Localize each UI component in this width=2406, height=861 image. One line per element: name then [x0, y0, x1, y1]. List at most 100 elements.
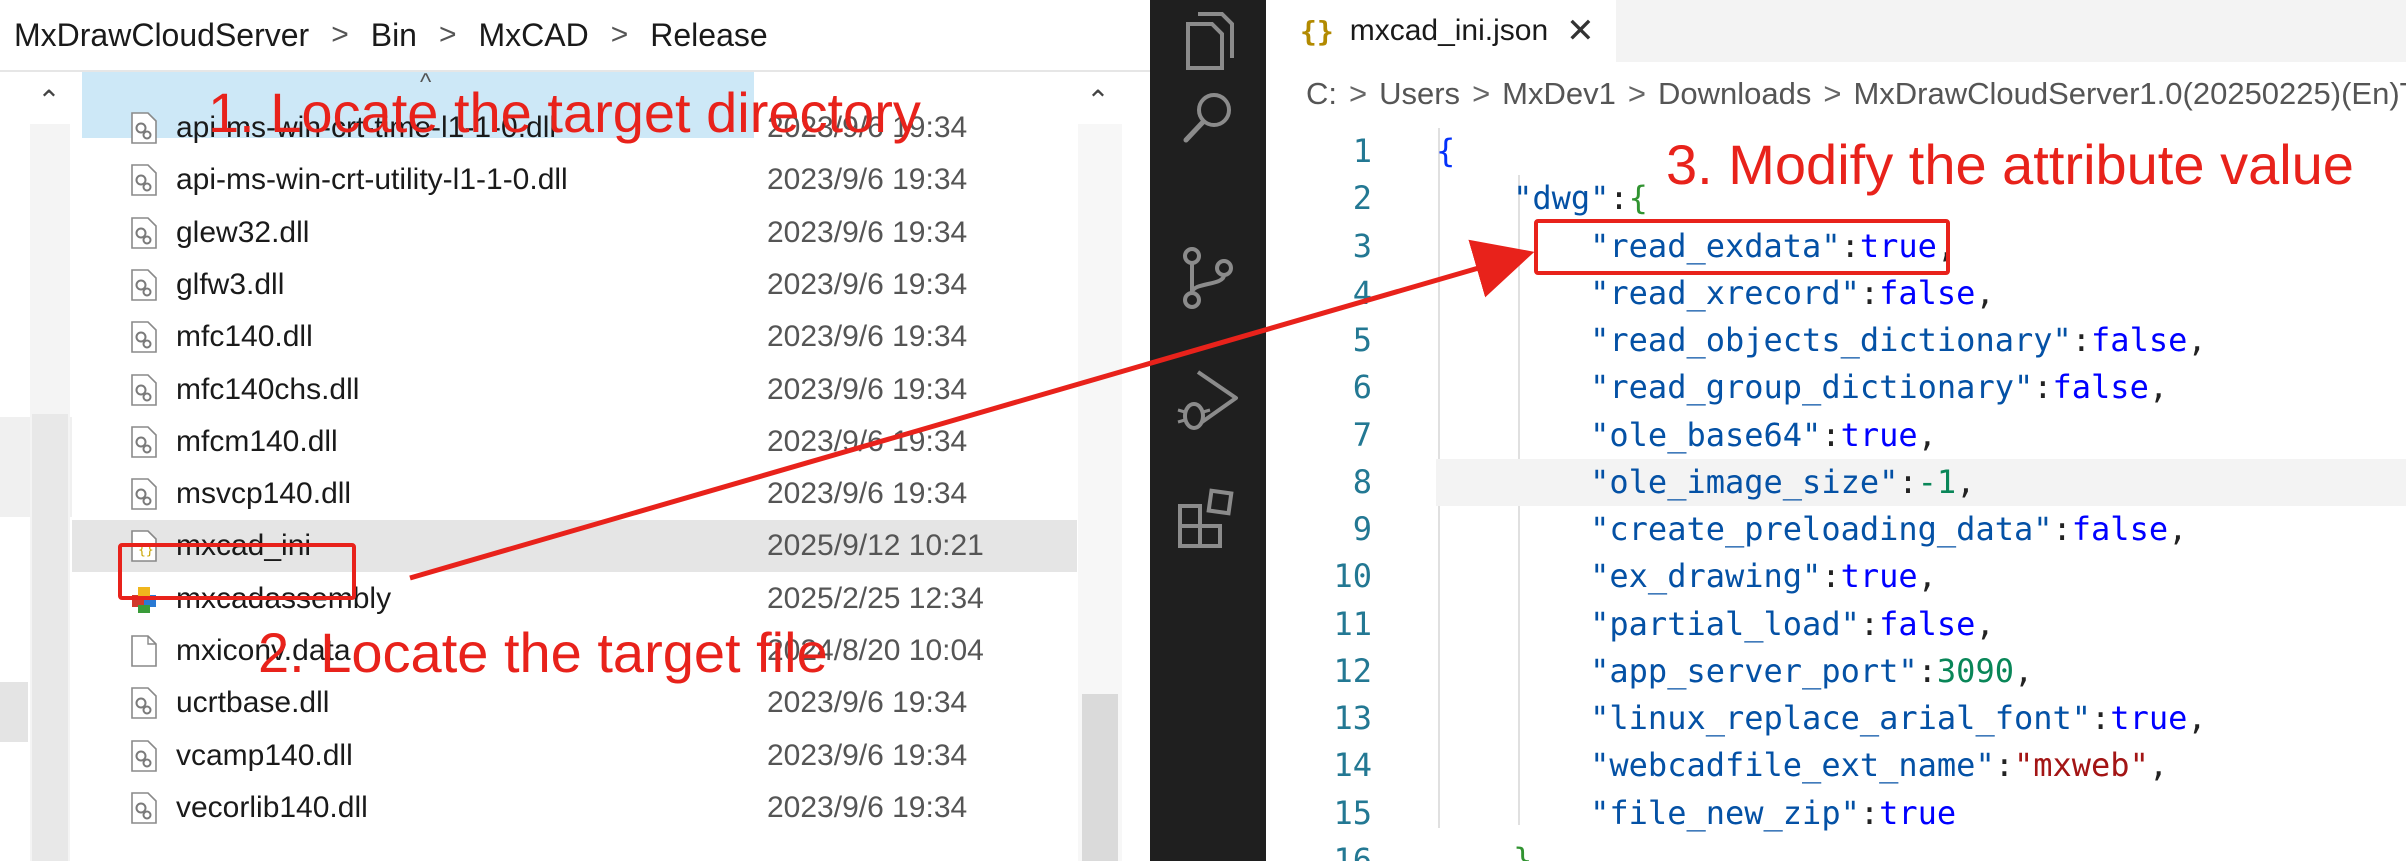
- code-token: {: [1436, 132, 1456, 170]
- dll-icon: [130, 687, 158, 720]
- file-row[interactable]: glew32.dll 2023/9/6 19:34: [72, 207, 1078, 259]
- breadcrumb-separator-icon[interactable]: >: [421, 18, 475, 52]
- editor-tab-mxcad-ini-json[interactable]: {} mxcad_ini.json ✕: [1266, 0, 1616, 62]
- dll-icon: [130, 373, 158, 406]
- code-token: true: [1840, 415, 1918, 454]
- editor-breadcrumb-item[interactable]: Users: [1379, 76, 1460, 111]
- code-token: "dwg": [1513, 179, 1610, 218]
- address-breadcrumb[interactable]: MxDrawCloudServer > Bin > MxCAD > Release: [0, 0, 1150, 72]
- file-date-modified: 2023/9/6 19:34: [767, 738, 968, 772]
- blank-file-icon: [130, 635, 158, 667]
- close-icon[interactable]: ✕: [1566, 11, 1595, 51]
- file-row[interactable]: mfc140.dll 2023/9/6 19:34: [72, 311, 1078, 363]
- editor-breadcrumb-item[interactable]: MxDrawCloudServer1.0(20250225)(En)T...: [1853, 76, 2406, 111]
- file-row[interactable]: ucrtbase.dll 2023/9/6 19:34: [72, 677, 1078, 729]
- file-list-scrollbar-thumb[interactable]: [1082, 694, 1118, 861]
- run-debug-icon[interactable]: [1172, 366, 1244, 438]
- breadcrumb-item[interactable]: Bin: [367, 17, 421, 54]
- code-token: false: [2091, 321, 2188, 360]
- code-text: "app_server_port":3090,: [1436, 648, 2033, 695]
- code-token: :: [1821, 415, 1841, 454]
- code-line[interactable]: 14 "webcadfile_ext_name":"mxweb",: [1266, 742, 2406, 789]
- file-list-scrollbar[interactable]: [1078, 124, 1122, 861]
- code-line[interactable]: 5 "read_objects_dictionary":false,: [1266, 317, 2406, 364]
- dll-icon: [130, 216, 158, 249]
- dll-icon: [130, 321, 158, 353]
- breadcrumb-item[interactable]: MxDrawCloudServer: [10, 17, 313, 54]
- file-row[interactable]: mfc140chs.dll 2023/9/6 19:34: [72, 364, 1078, 416]
- code-token: false: [2052, 368, 2149, 407]
- code-line[interactable]: 16 }: [1266, 837, 2406, 861]
- code-text: "ole_image_size":-1,: [1436, 459, 1975, 506]
- line-number: 4: [1352, 273, 1372, 312]
- code-line[interactable]: 12 "app_server_port":3090,: [1266, 648, 2406, 695]
- code-line[interactable]: 13 "linux_replace_arial_font":true,: [1266, 695, 2406, 742]
- code-token: false: [1879, 273, 1976, 312]
- list-scroll-up-icon[interactable]: ⌃: [1078, 84, 1118, 118]
- line-number: 7: [1352, 415, 1372, 454]
- editor-breadcrumb-item[interactable]: C:: [1306, 76, 1337, 111]
- file-row[interactable]: mfcm140.dll 2023/9/6 19:34: [72, 416, 1078, 468]
- nav-scroll-up-icon[interactable]: ⌃: [32, 84, 66, 118]
- code-token: :: [1994, 746, 2014, 785]
- nav-scrollbar[interactable]: [30, 124, 70, 861]
- nav-scrollbar-thumb[interactable]: [32, 414, 68, 861]
- file-date-modified: 2023/9/6 19:34: [767, 372, 968, 406]
- code-line[interactable]: 4 "read_xrecord":false,: [1266, 270, 2406, 317]
- code-text: "linux_replace_arial_font":true,: [1436, 695, 2207, 742]
- breadcrumb-item[interactable]: MxCAD: [475, 17, 593, 54]
- code-text: "read_objects_dictionary":false,: [1436, 317, 2207, 364]
- code-token: ,: [1975, 273, 1995, 312]
- search-icon[interactable]: [1172, 82, 1244, 154]
- code-line[interactable]: 8 "ole_image_size":-1,: [1353, 458, 2406, 506]
- code-token: ,: [2148, 368, 2169, 407]
- editor-breadcrumb-item[interactable]: MxDev1: [1502, 76, 1616, 111]
- explorer-icon[interactable]: [1172, 6, 1244, 78]
- code-line[interactable]: 15 "file_new_zip":true: [1266, 790, 2406, 837]
- code-text: "dwg":{: [1436, 175, 1648, 222]
- line-number: 5: [1352, 321, 1372, 360]
- code-line[interactable]: 6 "read_group_dictionary":false,: [1266, 364, 2406, 411]
- code-line[interactable]: 7 "ole_base64":true,: [1266, 412, 2406, 459]
- breadcrumb-separator-icon[interactable]: >: [313, 18, 367, 52]
- code-token: "ex_drawing": [1590, 557, 1822, 596]
- breadcrumb-separator-icon[interactable]: >: [593, 18, 647, 52]
- code-text: "file_new_zip":true: [1436, 790, 1956, 837]
- nav-pane-selection: [0, 682, 28, 742]
- file-row[interactable]: msvcp140.dll 2023/9/6 19:34: [72, 468, 1078, 520]
- code-line[interactable]: 9 "create_preloading_data":false,: [1266, 506, 2406, 553]
- code-token: "ole_image_size": [1590, 462, 1899, 501]
- file-row[interactable]: api-ms-win-crt-utility-l1-1-0.dll 2023/9/…: [72, 154, 1078, 206]
- breadcrumb-item[interactable]: Release: [646, 17, 771, 54]
- file-row[interactable]: vcamp140.dll 2023/9/6 19:34: [72, 730, 1078, 782]
- file-row[interactable]: vecorlib140.dll 2023/9/6 19:34: [72, 782, 1078, 834]
- code-token: true: [1879, 793, 1957, 832]
- file-name: api-ms-win-crt-utility-l1-1-0.dll: [176, 163, 568, 197]
- file-name: vcamp140.dll: [176, 738, 353, 772]
- code-token: ,: [2168, 510, 2188, 549]
- editor-breadcrumb[interactable]: C: > Users > MxDev1 > Downloads > MxDrawCloudSer…: [1306, 76, 2406, 112]
- code-text: "read_xrecord":false,: [1436, 270, 1995, 317]
- code-text: "create_preloading_data":false,: [1436, 506, 2187, 553]
- line-number: 15: [1333, 793, 1372, 832]
- source-control-icon[interactable]: [1172, 242, 1244, 314]
- line-number: 3: [1352, 226, 1372, 265]
- line-number: 11: [1333, 604, 1372, 643]
- code-token: false: [1879, 604, 1976, 643]
- code-line[interactable]: 10 "ex_drawing":true,: [1266, 553, 2406, 600]
- extensions-icon[interactable]: [1172, 484, 1244, 556]
- code-line[interactable]: 11 "partial_load":false,: [1266, 601, 2406, 648]
- code-editor: {} mxcad_ini.json ✕ C: > Users > MxDev1 > Down…: [1266, 0, 2406, 861]
- code-text: "ole_base64":true,: [1436, 412, 1937, 459]
- file-row[interactable]: glfw3.dll 2023/9/6 19:34: [72, 259, 1078, 311]
- dll-icon: [130, 739, 158, 772]
- code-text: }: [1436, 837, 1532, 861]
- file-date-modified: 2023/9/6 19:34: [767, 163, 968, 197]
- editor-breadcrumb-item[interactable]: Downloads: [1658, 76, 1811, 111]
- code-token: :: [1609, 179, 1629, 218]
